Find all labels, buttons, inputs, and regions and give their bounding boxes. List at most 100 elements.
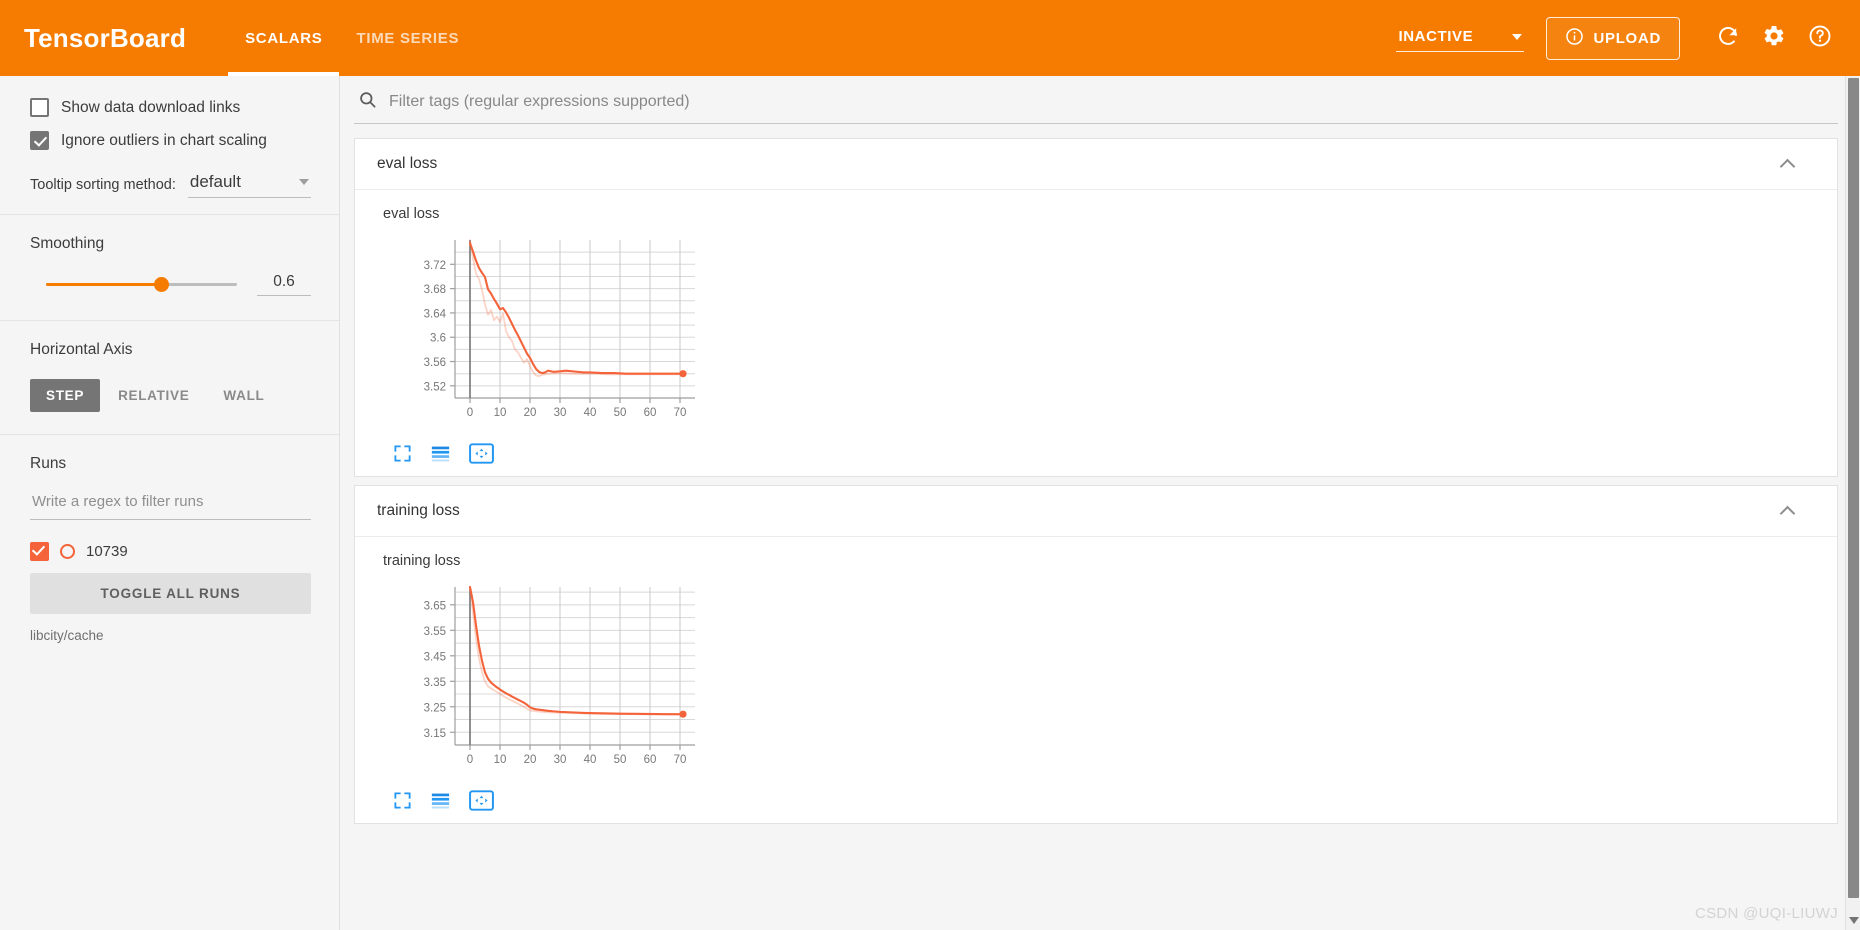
svg-text:10: 10 — [494, 407, 507, 419]
ignore-outliers-checkbox[interactable] — [30, 131, 49, 150]
card-eval-loss-header[interactable]: eval loss — [355, 139, 1837, 190]
card-eval-loss: eval loss eval loss 3.52 3.56 3.6 3.64 3.68 3… — [354, 138, 1838, 477]
chevron-up-icon[interactable] — [1779, 505, 1796, 521]
svg-text:20: 20 — [524, 407, 537, 419]
tab-scalars-label: SCALARS — [245, 29, 323, 47]
horizontal-axis-title: Horizontal Axis — [30, 341, 133, 358]
run-item-10739[interactable]: 10739 — [30, 542, 311, 561]
tag-filter-input[interactable] — [387, 92, 1834, 112]
chevron-down-icon — [1512, 33, 1523, 40]
svg-text:3.25: 3.25 — [424, 702, 446, 714]
svg-text:3.72: 3.72 — [424, 260, 446, 272]
top-app-bar: TensorBoard SCALARS TIME SERIES INACTIVE… — [0, 0, 1860, 76]
svg-text:60: 60 — [644, 407, 657, 419]
chart-eval-loss-toolbar — [377, 435, 1837, 468]
tooltip-sorting-row: Tooltip sorting method: default — [30, 172, 311, 198]
chart-cards: eval loss eval loss 3.52 3.56 3.6 3.64 3.68 3… — [340, 124, 1860, 824]
watermark: CSDN @UQI-LIUWJ — [1694, 905, 1838, 922]
smoothing-slider[interactable] — [46, 277, 237, 292]
help-button[interactable] — [1800, 18, 1840, 58]
ignore-outliers-row[interactable]: Ignore outliers in chart scaling — [30, 131, 311, 150]
svg-text:30: 30 — [554, 754, 567, 766]
svg-text:3.52: 3.52 — [424, 381, 446, 393]
svg-text:20: 20 — [524, 754, 537, 766]
svg-text:0: 0 — [467, 407, 473, 419]
smoothing-slider-thumb[interactable] — [153, 277, 169, 292]
svg-text:3.35: 3.35 — [424, 677, 446, 689]
svg-text:60: 60 — [644, 754, 657, 766]
tab-scalars[interactable]: SCALARS — [228, 0, 340, 76]
svg-text:40: 40 — [584, 407, 597, 419]
chevron-up-icon[interactable] — [1779, 158, 1796, 174]
gear-icon — [1762, 24, 1786, 53]
series-bars — [431, 446, 450, 462]
sidebar-section-display: Show data download links Ignore outliers… — [0, 76, 339, 215]
run-checkbox[interactable] — [30, 542, 49, 561]
svg-text:3.15: 3.15 — [424, 728, 446, 740]
chart-training-loss-svg: 3.15 3.25 3.35 3.45 3.55 3.65 0 10 20 30 40 50 60 70 — [424, 585, 695, 766]
main-tabs: SCALARS TIME SERIES — [228, 0, 476, 76]
show-download-links-checkbox[interactable] — [30, 98, 49, 117]
chart-training-loss-title: training loss — [383, 553, 461, 569]
svg-text:3.68: 3.68 — [424, 284, 446, 296]
card-training-loss-body: training loss 3.15 3.25 3.35 3.45 3.55 3.65 0 1… — [355, 537, 1837, 823]
scroll-down-icon[interactable] — [1849, 917, 1859, 924]
main-content: eval loss eval loss 3.523.563.63.643.683… — [340, 76, 1860, 930]
horizontal-axis-options: STEP RELATIVE WALL — [30, 379, 311, 412]
svg-text:3.45: 3.45 — [424, 651, 446, 663]
axis-option-wall[interactable]: WALL — [207, 379, 280, 412]
axis-option-step[interactable]: STEP — [30, 379, 101, 412]
svg-text:3.65: 3.65 — [424, 600, 446, 612]
svg-text:30: 30 — [554, 407, 567, 419]
data-series-icon[interactable] — [430, 791, 451, 810]
upload-button[interactable]: UPLOAD — [1546, 16, 1680, 60]
run-status-dropdown[interactable]: INACTIVE — [1396, 24, 1525, 52]
axis-option-relative[interactable]: RELATIVE — [102, 379, 205, 412]
tab-time-series-label: TIME SERIES — [356, 29, 460, 47]
data-series-icon[interactable] — [430, 444, 451, 463]
settings-button[interactable] — [1754, 18, 1794, 58]
fullscreen-icon[interactable] — [393, 791, 412, 810]
info-icon — [1565, 27, 1584, 50]
smoothing-title: Smoothing — [30, 235, 105, 252]
fullscreen-icon[interactable] — [393, 444, 412, 463]
smoothing-value-input[interactable]: 0.6 — [257, 273, 311, 296]
sidebar-section-horizontal-axis: Horizontal Axis STEP RELATIVE WALL — [0, 321, 339, 435]
runs-title: Runs — [30, 455, 67, 472]
upload-button-label: UPLOAD — [1593, 29, 1661, 47]
tab-time-series[interactable]: TIME SERIES — [339, 0, 476, 76]
fit-domain-icon[interactable] — [469, 443, 494, 464]
svg-text:0: 0 — [467, 754, 473, 766]
toggle-all-runs-button[interactable]: TOGGLE ALL RUNS — [30, 573, 311, 614]
run-color-circle-icon — [60, 544, 75, 559]
main-scrollbar-thumb[interactable] — [1848, 78, 1859, 898]
refresh-button[interactable] — [1708, 18, 1748, 58]
svg-text:3.55: 3.55 — [424, 626, 446, 638]
card-eval-loss-body: eval loss 3.52 3.56 3.6 3.64 3.68 3.72 0 10 20 30… — [355, 190, 1837, 476]
chart-training-loss-toolbar — [377, 782, 1837, 815]
svg-text:40: 40 — [584, 754, 597, 766]
main-scrollbar[interactable] — [1845, 76, 1860, 930]
card-training-loss-header[interactable]: training loss — [355, 486, 1837, 537]
runs-filter-input[interactable] — [30, 489, 311, 520]
sidebar-section-smoothing: Smoothing 0.6 — [0, 215, 339, 321]
svg-text:3.6: 3.6 — [430, 333, 446, 345]
svg-text:10: 10 — [494, 754, 507, 766]
chart-training-loss[interactable]: 3.15 3.25 3.35 3.45 3.55 3.65 0 10 20 30 40 50 60 70 — [377, 577, 737, 782]
sidebar: Show data download links Ignore outliers… — [0, 76, 340, 930]
run-label: 10739 — [86, 543, 128, 560]
smoothing-slider-fill — [46, 283, 161, 286]
card-training-loss-title: training loss — [377, 502, 460, 519]
show-download-links-row[interactable]: Show data download links — [30, 98, 311, 117]
app-title: TensorBoard — [24, 22, 187, 53]
app-body: Show data download links Ignore outliers… — [0, 76, 1860, 930]
help-icon — [1808, 24, 1832, 53]
fit-domain-icon[interactable] — [469, 790, 494, 811]
card-eval-loss-title: eval loss — [377, 155, 438, 172]
refresh-icon — [1716, 24, 1740, 53]
sidebar-section-runs: Runs 10739 TOGGLE ALL RUNS libcity/cache — [0, 435, 339, 659]
tooltip-sorting-select[interactable]: default — [187, 172, 311, 198]
svg-text:50: 50 — [614, 754, 627, 766]
logdir-label: libcity/cache — [30, 628, 104, 643]
chart-eval-loss[interactable]: 3.52 3.56 3.6 3.64 3.68 3.72 0 10 20 30 40 50 60 70 — [377, 230, 737, 435]
